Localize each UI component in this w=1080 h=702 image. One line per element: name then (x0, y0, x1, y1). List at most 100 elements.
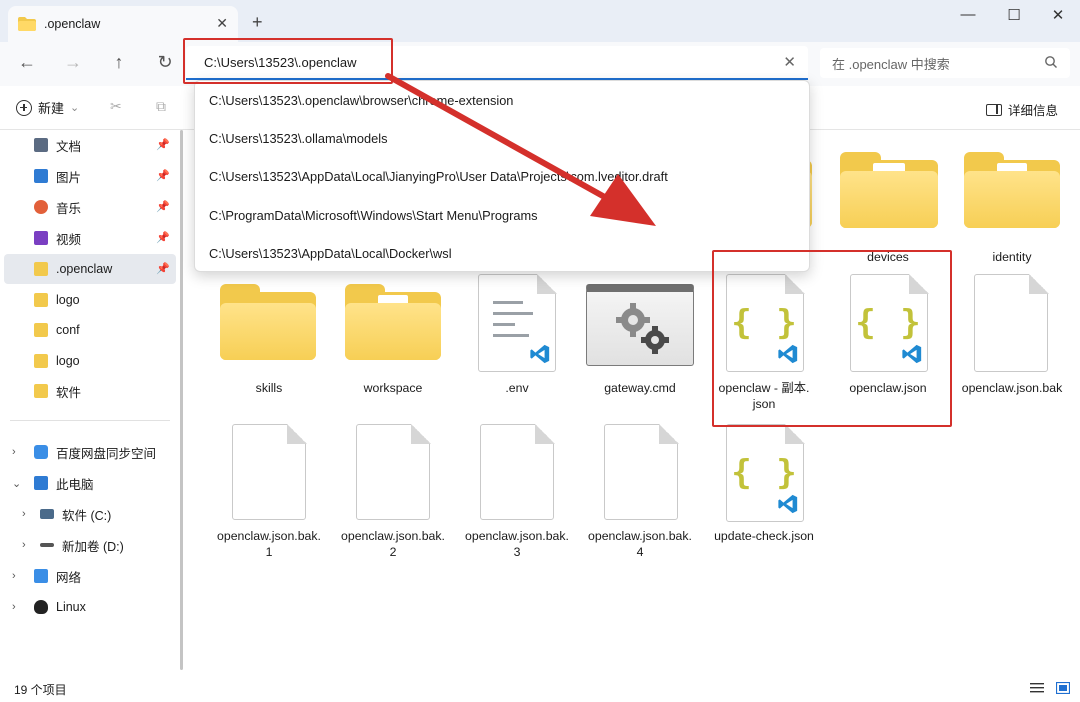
network-icon (34, 569, 48, 583)
plus-icon (16, 99, 32, 116)
file-label: skills (255, 381, 283, 395)
file-openclaw-json-bak-3[interactable] (480, 423, 555, 520)
sidebar-item-logo[interactable]: logo (0, 285, 176, 315)
sidebar-item-label: 音乐 (56, 201, 82, 216)
sidebar-item-music[interactable]: 音乐 📌 (0, 192, 176, 222)
sidebar-item-label: logo (56, 354, 80, 368)
sidebar-item-label: 文档 (56, 139, 82, 154)
file-label: openclaw.json.bak. 3 (455, 528, 579, 560)
file-label-line: 3 (513, 545, 521, 559)
chevron-down-icon: ⌄ (70, 102, 80, 114)
details-view-icon[interactable] (1030, 682, 1044, 694)
file-openclaw-json-bak-4[interactable] (604, 423, 679, 520)
tiles-view-icon[interactable] (1055, 681, 1071, 695)
close-window-button[interactable]: ✕ (1038, 6, 1078, 24)
folder-workspace[interactable] (345, 284, 441, 360)
music-icon (34, 200, 48, 214)
pin-icon: 📌 (156, 232, 170, 244)
tab-close-icon[interactable]: ✕ (216, 15, 228, 32)
pin-icon: 📌 (156, 170, 170, 182)
forward-button[interactable]: → (60, 52, 86, 73)
file-gateway-cmd[interactable] (586, 284, 694, 366)
cut-icon[interactable]: ✂ (110, 98, 122, 115)
json-braces-icon: { } (731, 453, 799, 493)
sidebar-item-label: 此电脑 (56, 477, 94, 492)
folder-skills[interactable] (220, 284, 316, 360)
search-icon[interactable] (1044, 55, 1058, 72)
computer-icon (34, 476, 48, 490)
sidebar-item-this-pc[interactable]: ⌄ 此电脑 (0, 468, 176, 498)
file-openclaw-json-bak-1[interactable] (232, 423, 307, 520)
chevron-right-icon[interactable]: › (12, 570, 16, 582)
file-env[interactable] (478, 273, 557, 372)
details-button[interactable]: 详细信息 (985, 100, 1058, 119)
maximize-button[interactable]: ☐ (994, 6, 1034, 24)
new-button[interactable]: 新建 ⌄ (16, 98, 79, 117)
sidebar-item-linux[interactable]: › Linux (0, 592, 176, 622)
pin-icon: 📌 (156, 139, 170, 151)
sidebar-item-drive-c[interactable]: › 软件 (C:) (0, 499, 176, 529)
sidebar-item-label: Linux (56, 600, 86, 614)
folder-identity[interactable] (964, 152, 1060, 228)
sidebar-item-documents[interactable]: 文档 📌 (0, 130, 176, 160)
chevron-right-icon[interactable]: › (22, 508, 26, 520)
clear-address-icon[interactable]: ✕ (783, 53, 796, 71)
sidebar-item-label: 软件 (56, 385, 82, 400)
tab-openclaw[interactable]: .openclaw ✕ (8, 6, 238, 42)
file-label: update-check.json (714, 529, 814, 543)
details-label: 详细信息 (1007, 104, 1058, 118)
sidebar-item-label: 百度网盘同步空间 (56, 446, 157, 461)
video-icon (34, 231, 48, 245)
new-tab-button[interactable]: + (252, 12, 263, 33)
sidebar-item-label: 软件 (C:) (62, 508, 112, 523)
sidebar-item-label: 新加卷 (D:) (62, 539, 124, 554)
sidebar-item-label: 图片 (56, 170, 82, 185)
folder-icon (34, 293, 48, 307)
document-icon (34, 138, 48, 152)
chevron-right-icon[interactable]: › (12, 601, 16, 613)
up-button[interactable]: ↑ (106, 52, 132, 73)
file-label-line: 4 (636, 545, 644, 559)
gear-icon (616, 303, 669, 354)
sidebar-item-logo-2[interactable]: logo (0, 346, 176, 376)
chevron-right-icon[interactable]: › (12, 446, 16, 458)
sidebar-item-software[interactable]: 软件 (0, 376, 176, 406)
sidebar-item-openclaw[interactable]: .openclaw 📌 (4, 254, 176, 284)
minimize-button[interactable]: — (948, 6, 988, 23)
sidebar-item-drive-d[interactable]: › 新加卷 (D:) (0, 530, 176, 560)
file-label: .env (505, 381, 529, 395)
sidebar-item-pictures[interactable]: 图片 📌 (0, 161, 176, 191)
sidebar-item-label: 视频 (56, 232, 82, 247)
folder-devices[interactable] (840, 152, 938, 228)
sidebar-item-network[interactable]: › 网络 (0, 561, 176, 591)
sidebar-item-videos[interactable]: 视频 📌 (0, 223, 176, 253)
chevron-down-icon[interactable]: ⌄ (12, 477, 21, 490)
chevron-right-icon[interactable]: › (22, 539, 26, 551)
file-label: openclaw.json.bak. 4 (578, 528, 702, 560)
refresh-button[interactable]: ↻ (152, 52, 178, 73)
file-openclaw-json-bak[interactable] (974, 273, 1049, 372)
folder-icon (34, 384, 48, 398)
sidebar-divider (10, 420, 170, 421)
vscode-icon (530, 344, 550, 364)
file-openclaw-json-bak-2[interactable] (356, 423, 431, 520)
file-label: openclaw.json.bak. 2 (331, 528, 455, 560)
sidebar-scrollbar[interactable] (180, 130, 183, 670)
sidebar-item-baidu-sync[interactable]: › 百度网盘同步空间 (0, 437, 176, 467)
annotation-box-json-files (712, 250, 952, 427)
folder-icon (34, 354, 48, 368)
back-button[interactable]: ← (14, 52, 40, 73)
search-placeholder: 在 .openclaw 中搜索 (832, 56, 950, 72)
search-input[interactable]: 在 .openclaw 中搜索 (820, 48, 1070, 78)
item-count: 19 个项目 (14, 683, 67, 697)
file-label-line: 2 (389, 545, 397, 559)
file-label-line: openclaw.json.bak. (217, 529, 321, 543)
status-bar: 19 个项目 (0, 676, 1080, 702)
sidebar-item-conf[interactable]: conf (0, 315, 176, 345)
file-label: workspace (363, 381, 423, 395)
copy-icon[interactable]: ⧉ (156, 98, 166, 115)
file-label-line: openclaw.json.bak. (341, 529, 445, 543)
file-update-check-json[interactable]: { } (726, 423, 805, 522)
title-bar: .openclaw ✕ + — ☐ ✕ (0, 0, 1080, 42)
folder-icon (34, 323, 48, 337)
